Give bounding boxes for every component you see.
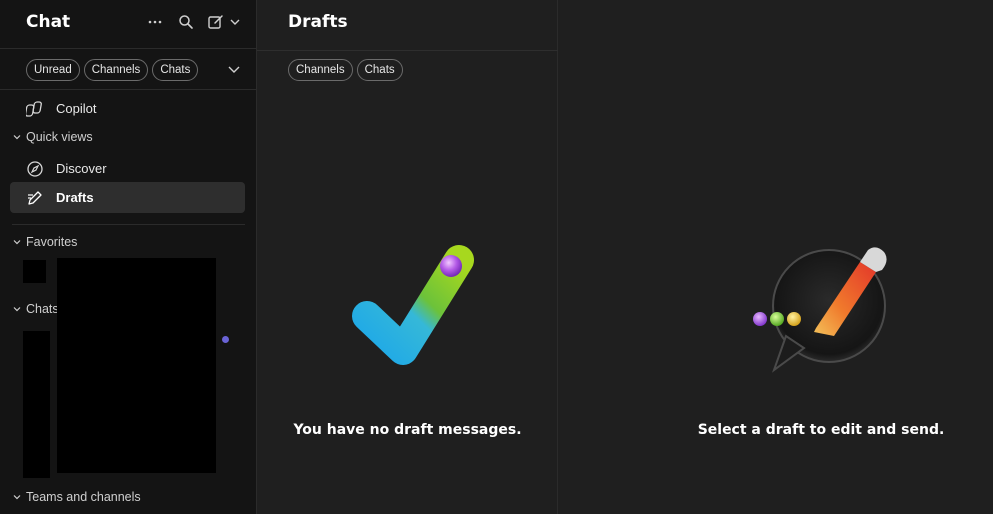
filter-divider [0, 89, 256, 90]
section-label: Chats [26, 302, 59, 316]
new-chat-chevron-icon[interactable] [225, 12, 245, 32]
chevron-down-icon [13, 240, 21, 245]
sidebar-item-discover[interactable]: Discover [10, 153, 245, 184]
sidebar-item-label: Discover [56, 161, 107, 176]
section-teams-and-channels[interactable]: Teams and channels [12, 488, 141, 506]
pencil-bubble-illustration-icon [744, 236, 894, 376]
chevron-down-icon [13, 307, 21, 312]
section-chats[interactable]: Chats [12, 300, 59, 318]
chevron-down-icon [13, 135, 21, 140]
drafts-list-pane: Drafts Channels Chats You have no draft … [257, 0, 558, 514]
sidebar-filters: Unread Channels Chats [26, 59, 202, 81]
sidebar-item-label: Drafts [56, 190, 94, 205]
teams-app: Chat Unread Channels Chats Copilot Quick… [0, 0, 993, 514]
new-chat-icon[interactable] [205, 12, 225, 32]
redacted-avatar [23, 260, 46, 283]
sidebar-item-label: Copilot [56, 101, 97, 116]
checkmark-illustration-icon [329, 218, 499, 388]
chevron-down-icon [13, 495, 21, 500]
filter-channels[interactable]: Channels [288, 59, 353, 81]
chat-sidebar: Chat Unread Channels Chats Copilot Quick… [0, 0, 257, 514]
redacted-chat-list [57, 258, 216, 473]
redacted-avatars [23, 331, 50, 478]
filter-chats[interactable]: Chats [356, 59, 403, 81]
search-icon[interactable] [176, 12, 196, 32]
header-divider [0, 48, 256, 49]
empty-state-message: You have no draft messages. [293, 422, 522, 438]
more-options-icon[interactable] [145, 12, 165, 32]
sidebar-item-copilot[interactable]: Copilot [10, 93, 245, 124]
filter-chats[interactable]: Chats [152, 59, 199, 81]
draft-detail-pane: Select a draft to edit and send. [558, 0, 993, 514]
sidebar-item-drafts[interactable]: Drafts [10, 182, 245, 213]
sidebar-header: Chat [0, 0, 256, 48]
section-quick-views[interactable]: Quick views [12, 128, 93, 146]
drafts-icon [26, 189, 44, 207]
section-label: Teams and channels [26, 490, 141, 504]
copilot-icon [24, 100, 44, 118]
sidebar-title: Chat [26, 12, 71, 32]
section-favorites[interactable]: Favorites [12, 233, 77, 251]
section-label: Favorites [26, 235, 78, 249]
discover-icon [26, 160, 44, 178]
drafts-filters: Channels Chats [288, 59, 407, 81]
filter-channels[interactable]: Channels [83, 59, 149, 81]
page-title: Drafts [288, 12, 348, 32]
filter-expand-icon[interactable] [226, 61, 242, 77]
section-divider [12, 224, 245, 225]
filter-unread[interactable]: Unread [26, 59, 80, 81]
section-label: Quick views [26, 130, 93, 144]
unread-indicator [222, 336, 229, 343]
title-divider [257, 50, 558, 51]
select-draft-message: Select a draft to edit and send. [697, 422, 945, 438]
